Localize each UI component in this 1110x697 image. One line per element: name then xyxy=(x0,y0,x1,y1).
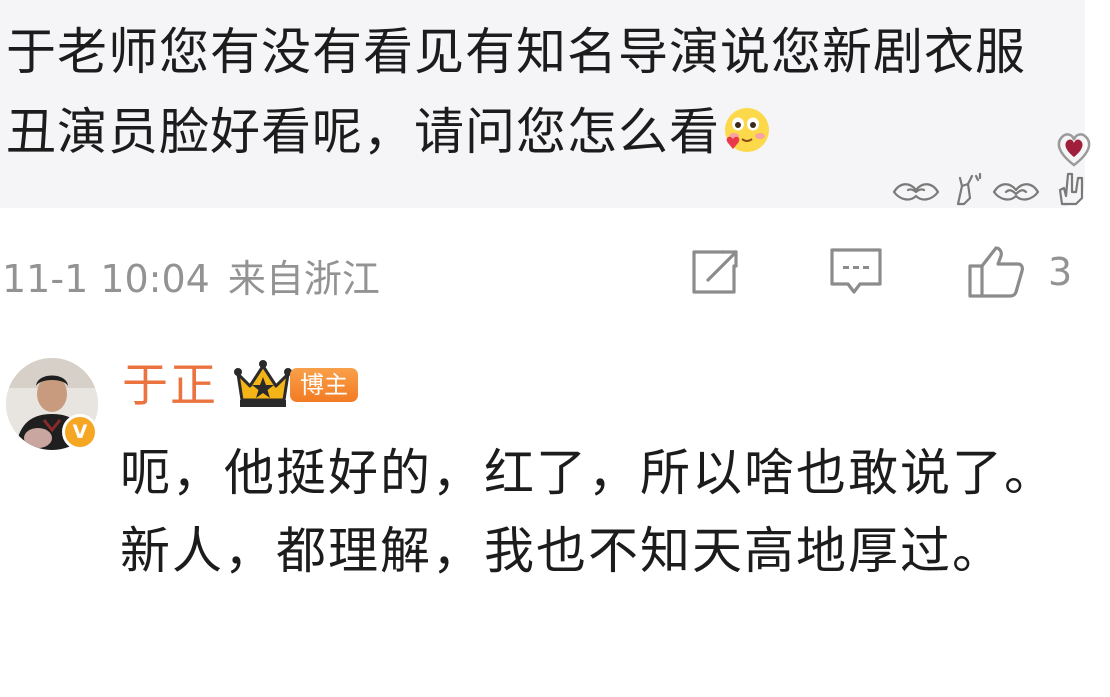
like-icon[interactable] xyxy=(966,244,1026,300)
weibo-comment-screenshot: 于老师您有没有看见有知名导演说您新剧衣服丑演员脸好看呢，请问您怎么看 11-1 … xyxy=(0,0,1110,697)
verified-icon: V xyxy=(62,414,98,450)
comment-location: 来自浙江 xyxy=(227,257,380,301)
reply-author-row: 于正 博主 xyxy=(122,354,358,416)
quoted-comment-text: 于老师您有没有看见有知名导演说您新剧衣服丑演员脸好看呢，请问您怎么看 xyxy=(6,12,1046,172)
comment-timestamp: 11-1 10:04 来自浙江 xyxy=(2,248,380,303)
quoted-comment-content: 于老师您有没有看见有知名导演说您新剧衣服丑演员脸好看呢，请问您怎么看 xyxy=(6,23,1026,161)
comment-icon[interactable] xyxy=(826,244,886,300)
quoted-comment-bubble: 于老师您有没有看见有知名导演说您新剧衣服丑演员脸好看呢，请问您怎么看 xyxy=(0,0,1091,208)
reply-text: 呃，他挺好的，红了，所以啥也敢说了。新人，都理解，我也不知天高地厚过。 xyxy=(120,444,1056,580)
comment-meta-row: 11-1 10:04 来自浙江 3 xyxy=(0,238,1110,308)
like-count: 3 xyxy=(1048,250,1073,294)
blogger-badge: 博主 xyxy=(290,368,358,402)
blushing-face-emoji-icon xyxy=(722,98,772,152)
crown-icon xyxy=(232,360,294,410)
reply-author-name[interactable]: 于正 xyxy=(122,354,218,416)
comment-time: 11-1 10:04 xyxy=(2,257,210,301)
heart-sticker-icon xyxy=(1052,127,1096,171)
share-icon[interactable] xyxy=(686,244,746,300)
hand-gesture-stickers xyxy=(890,168,1100,208)
